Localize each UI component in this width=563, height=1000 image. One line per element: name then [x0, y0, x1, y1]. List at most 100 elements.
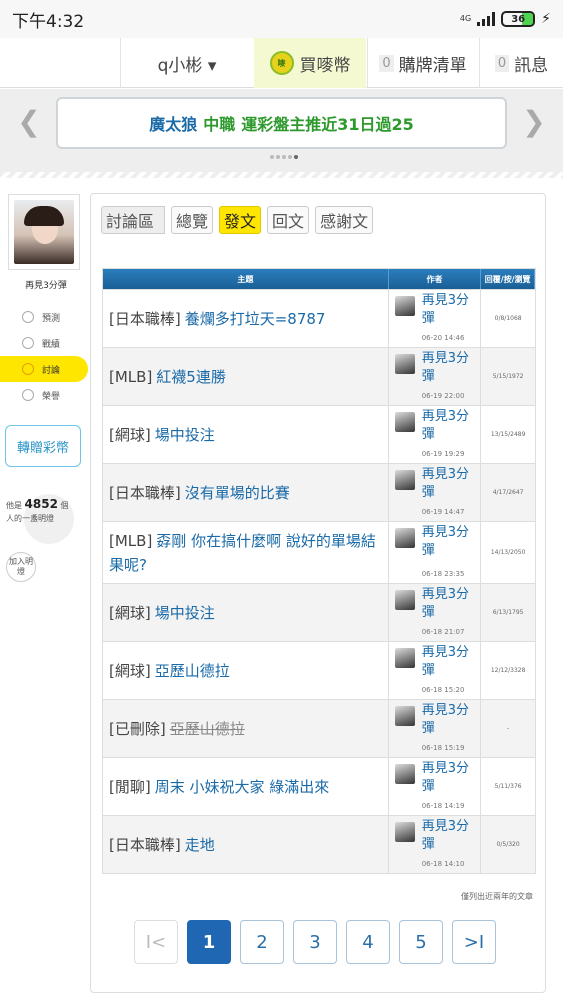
first-page-button[interactable]: I<: [134, 920, 178, 964]
post-date: 06-19 14:47: [421, 508, 465, 516]
author-name-link[interactable]: 再見3分彈: [422, 292, 480, 328]
author-name-link[interactable]: 再見3分彈: [422, 760, 480, 796]
menu-item-predict[interactable]: 預測: [8, 304, 94, 330]
author-cell: 再見3分彈 06-19 22:00: [389, 348, 482, 405]
table-row: [MLB] 孬剛 你在搞什麼啊 說好的單場結果呢? 再見3分彈 06-18 23:35…: [103, 521, 535, 583]
post-stats: 14/13/2050: [490, 549, 526, 556]
post-title-cell: [MLB] 孬剛 你在搞什麼啊 說好的單場結果呢?: [103, 522, 389, 583]
user-menu-button[interactable]: q小彬 ▾: [120, 38, 253, 88]
author-avatar[interactable]: [394, 822, 415, 842]
post-stats: 12/12/3328: [490, 667, 526, 674]
post-title-cell: [網球] 亞歷山德拉: [103, 642, 389, 699]
purchase-list-button[interactable]: 0 購牌清單: [367, 38, 478, 88]
menu-item-record[interactable]: 戰績: [8, 330, 94, 356]
post-date: 06-18 14:10: [421, 860, 465, 868]
user-menu-label: q小彬 ▾: [157, 55, 217, 76]
page-button-4[interactable]: 4: [346, 920, 390, 964]
menu-item-honor[interactable]: 榮譽: [8, 382, 94, 408]
author-cell: 再見3分彈 06-18 14:19: [389, 758, 482, 815]
author-avatar[interactable]: [394, 764, 415, 784]
avatar[interactable]: [8, 194, 80, 270]
author-name-link[interactable]: 再見3分彈: [422, 586, 480, 622]
post-tag: [閒聊]: [109, 777, 151, 796]
post-date: 06-20 14:46: [421, 334, 465, 342]
battery-level: 36: [511, 13, 526, 25]
post-tag: [網球]: [109, 661, 151, 680]
author-name-link[interactable]: 再見3分彈: [422, 350, 480, 386]
post-tag: [網球]: [109, 425, 151, 444]
post-title-link[interactable]: 場中投注: [155, 426, 215, 444]
messages-button[interactable]: 0 訊息: [479, 38, 563, 88]
post-title-link[interactable]: 紅襪5連勝: [156, 368, 226, 386]
tab-posts[interactable]: 發文: [219, 206, 262, 234]
author-name-link[interactable]: 再見3分彈: [422, 466, 480, 502]
post-title-cell: [網球] 場中投注: [103, 584, 389, 641]
discussion-panel: 討論區 總覽 發文 回文 感謝文 主題 作者 回覆/按/瀏覽 [日本職棒] 養爛多…: [90, 193, 546, 993]
author-name-link[interactable]: 再見3分彈: [422, 818, 480, 854]
author-avatar[interactable]: [394, 648, 415, 668]
post-tag: [日本職棒]: [109, 835, 181, 854]
table-row: [網球] 場中投注 再見3分彈 06-18 21:07 6/13/1795: [103, 583, 535, 641]
tab-overview[interactable]: 總覽: [171, 206, 214, 234]
post-title-link[interactable]: 周末 小妹祝大家 綠滿出來: [155, 778, 330, 796]
tab-thanks[interactable]: 感謝文: [315, 206, 374, 234]
post-title-link[interactable]: 場中投注: [155, 604, 215, 622]
author-cell: 再見3分彈 06-18 14:10: [389, 816, 482, 873]
header-author: 作者: [389, 269, 482, 289]
menu-label: 預測: [42, 313, 61, 324]
search-icon: [22, 363, 34, 375]
target-icon: [22, 311, 34, 323]
post-title-cell: [日本職棒] 沒有單場的比賽: [103, 464, 389, 521]
page-button-1[interactable]: 1: [187, 920, 231, 964]
author-name-link[interactable]: 再見3分彈: [422, 408, 480, 444]
post-title-link[interactable]: 沒有單場的比賽: [185, 484, 290, 502]
chevron-left-icon[interactable]: ❮: [14, 105, 44, 138]
status-bar: 下午4:32 4G 36 ⚡: [0, 0, 563, 38]
header-topic: 主題: [103, 269, 389, 289]
purchase-count-badge: 0: [379, 54, 394, 72]
post-title-link[interactable]: 走地: [185, 836, 215, 854]
chevron-right-icon[interactable]: ❯: [519, 105, 549, 138]
lightbulb-stat: 他是 4852 個 人的一盞明燈: [4, 488, 84, 548]
author-name-link[interactable]: 再見3分彈: [422, 702, 480, 738]
join-lightbulb-button[interactable]: 加入明燈: [6, 552, 36, 582]
author-avatar[interactable]: [394, 590, 415, 610]
message-count-badge: 0: [494, 54, 510, 72]
post-title-link[interactable]: 亞歷山德拉: [155, 662, 230, 680]
post-stats: -: [507, 725, 510, 732]
author-name-link[interactable]: 再見3分彈: [422, 644, 480, 680]
author-avatar[interactable]: [394, 296, 415, 316]
author-avatar[interactable]: [394, 528, 415, 548]
avatar-photo: [14, 200, 74, 264]
page-button-3[interactable]: 3: [293, 920, 337, 964]
author-avatar[interactable]: [394, 706, 415, 726]
tab-replies[interactable]: 回文: [267, 206, 310, 234]
post-stats: 13/15/2489: [490, 431, 526, 438]
author-avatar[interactable]: [394, 470, 415, 490]
author-cell: 再見3分彈 06-18 15:20: [389, 642, 482, 699]
author-cell: 再見3分彈 06-19 14:47: [389, 464, 482, 521]
post-date: 06-18 21:07: [421, 628, 465, 636]
messages-label: 訊息: [514, 55, 549, 76]
author-avatar[interactable]: [394, 354, 415, 374]
post-date: 06-18 23:35: [421, 570, 465, 578]
page-button-2[interactable]: 2: [240, 920, 284, 964]
author-avatar[interactable]: [394, 412, 415, 432]
author-cell: 再見3分彈 06-18 21:07: [389, 584, 482, 641]
table-row: [已刪除] 亞歷山德拉 再見3分彈 06-18 15:19-: [103, 699, 535, 757]
post-title-cell: [閒聊] 周末 小妹祝大家 綠滿出來: [103, 758, 389, 815]
charging-icon: ⚡: [541, 11, 551, 27]
buy-coins-button[interactable]: 嘜 買嘜幣: [254, 38, 366, 88]
lightbulb-text: 他是 4852 個 人的一盞明燈: [6, 498, 69, 525]
promo-link[interactable]: 廣太狼 中職 運彩盤主推近31日過25: [56, 97, 507, 149]
menu-item-discussion[interactable]: 討論: [0, 356, 88, 382]
bulb-prefix: 他是: [6, 501, 22, 510]
gift-coins-button[interactable]: 轉贈彩幣: [5, 425, 81, 467]
post-stats: 0/5/320: [496, 841, 520, 848]
last-page-button[interactable]: >I: [452, 920, 496, 964]
post-date: 06-18 14:19: [421, 802, 465, 810]
promo-banner: ❮ 廣太狼 中職 運彩盤主推近31日過25 ❯: [0, 89, 563, 175]
page-button-5[interactable]: 5: [399, 920, 443, 964]
post-title-link[interactable]: 養爛多打垃天=8787: [185, 310, 326, 328]
author-name-link[interactable]: 再見3分彈: [422, 524, 480, 560]
